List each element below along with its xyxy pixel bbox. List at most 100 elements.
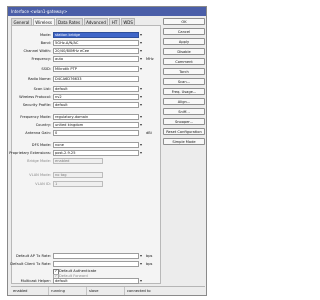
default-client-tx-rate-input[interactable]	[53, 261, 139, 267]
radio-name-input[interactable]: D4CA6D76633	[53, 76, 139, 82]
tab-wireless[interactable]: Wireless	[32, 18, 55, 25]
vlan-id-label: VLAN ID:	[35, 182, 51, 186]
default-client-tx-rate-dropdown-icon[interactable]: ▾	[140, 261, 142, 267]
mode-row: Mode: station bridge ▾	[12, 32, 162, 38]
tab-data-rates[interactable]: Data Rates	[55, 18, 83, 25]
sniff-button[interactable]: Sniff...	[163, 108, 205, 115]
country-dropdown-icon[interactable]: ▾	[140, 122, 142, 128]
ok-button[interactable]: OK	[163, 18, 205, 25]
mode-label: Mode:	[39, 33, 51, 37]
scan-list-label: Scan List:	[33, 87, 51, 91]
security-profile-select[interactable]: default	[53, 102, 139, 108]
proprietary-extensions-row: Proprietary Extensions: post-2.9.25 ▾	[9, 150, 162, 156]
dfs-mode-dropdown-icon[interactable]: ▾	[140, 142, 142, 148]
scan-button[interactable]: Scan...	[163, 78, 205, 85]
channel-width-select[interactable]: 20/40/80MHz eCee	[53, 48, 139, 54]
torch-button[interactable]: Torch	[163, 68, 205, 75]
country-label: Country:	[35, 123, 51, 127]
country-row: Country: united kingdom ▾	[12, 122, 162, 128]
proprietary-extensions-select[interactable]: post-2.9.25	[53, 150, 139, 156]
default-ap-tx-rate-unit: bps	[146, 254, 153, 258]
band-row: Band: 5GHz-A/N/AC ▾	[12, 40, 162, 46]
security-profile-dropdown-icon[interactable]: ▾	[140, 102, 142, 108]
default-ap-tx-rate-label: Default AP Tx Rate:	[16, 254, 51, 258]
wireless-settings-panel: Mode: station bridge ▾ Band: 5GHz-A/N/AC…	[9, 25, 162, 284]
wireless-protocol-label: Wireless Protocol:	[19, 95, 51, 99]
dfs-mode-row: DFS Mode: none ▾	[12, 142, 162, 148]
channel-width-label: Channel Width:	[23, 49, 51, 53]
wireless-protocol-row: Wireless Protocol: nv2 ▾	[12, 94, 162, 100]
freq-usage-button[interactable]: Freq. Usage...	[163, 88, 205, 95]
status-bar: enabled running slave connected to	[11, 286, 205, 295]
ssid-label: SSID:	[41, 67, 51, 71]
scan-list-dropdown-icon[interactable]: ▾	[140, 86, 142, 92]
proprietary-extensions-dropdown-icon[interactable]: ▾	[140, 150, 142, 156]
wireless-protocol-select[interactable]: nv2	[53, 94, 139, 100]
reset-configuration-button[interactable]: Reset Configuration	[163, 128, 205, 135]
wireless-protocol-dropdown-icon[interactable]: ▾	[140, 94, 142, 100]
multicast-helper-select[interactable]: default	[53, 278, 139, 284]
comment-button[interactable]: Comment	[163, 58, 205, 65]
antenna-gain-unit: dBi	[146, 131, 152, 135]
band-select[interactable]: 5GHz-A/N/AC	[53, 40, 139, 46]
multicast-helper-label: Multicast Helper:	[20, 279, 51, 283]
ssid-row: SSID: Mikrotik PTP ▾	[12, 66, 162, 72]
status-enabled: enabled	[11, 287, 49, 295]
frequency-label: Frequency:	[31, 57, 51, 61]
country-select[interactable]: united kingdom	[53, 122, 139, 128]
default-ap-tx-rate-input[interactable]	[53, 253, 139, 259]
bridge-mode-label: Bridge Mode:	[27, 159, 51, 163]
interface-window: Interface <wlan1-gateway> General Wirele…	[7, 6, 207, 296]
tab-advanced[interactable]: Advanced	[83, 18, 109, 25]
band-label: Band:	[40, 41, 51, 45]
vlan-mode-select: no tag	[53, 172, 103, 178]
simple-mode-button[interactable]: Simple Mode	[163, 138, 205, 145]
mode-dropdown-icon[interactable]: ▾	[140, 32, 142, 38]
ssid-input[interactable]: Mikrotik PTP	[53, 66, 139, 72]
frequency-mode-dropdown-icon[interactable]: ▾	[140, 114, 142, 120]
band-dropdown-icon[interactable]: ▾	[140, 40, 142, 46]
dfs-mode-label: DFS Mode:	[31, 143, 51, 147]
radio-name-label: Radio Name:	[27, 77, 51, 81]
action-buttons: OK Cancel Apply Disable Comment Torch Sc…	[163, 18, 206, 148]
frequency-row: Frequency: auto ▾ MHz	[12, 56, 162, 62]
scan-list-row: Scan List: default ▾	[12, 86, 162, 92]
frequency-unit: MHz	[146, 57, 154, 61]
frequency-select[interactable]: auto	[53, 56, 139, 62]
apply-button[interactable]: Apply	[163, 38, 205, 45]
mode-select[interactable]: station bridge	[53, 32, 139, 38]
radio-name-row: Radio Name: D4CA6D76633	[12, 76, 162, 82]
scan-list-select[interactable]: default	[53, 86, 139, 92]
vlan-id-row: VLAN ID: 1	[12, 181, 162, 187]
vlan-mode-label: VLAN Mode:	[29, 173, 51, 177]
default-ap-tx-rate-row: Default AP Tx Rate: ▾ bps	[12, 253, 162, 259]
proprietary-extensions-label: Proprietary Extensions:	[9, 151, 51, 155]
antenna-gain-input[interactable]: 0	[53, 130, 139, 136]
status-connected: connected to	[127, 289, 151, 293]
channel-width-dropdown-icon[interactable]: ▾	[140, 48, 142, 54]
tab-wds[interactable]: WDS	[120, 18, 136, 25]
security-profile-row: Security Profile: default ▾	[12, 102, 162, 108]
security-profile-label: Security Profile:	[22, 103, 51, 107]
frequency-dropdown-icon[interactable]: ▾	[140, 56, 142, 62]
bridge-mode-select: enabled	[53, 158, 103, 164]
frequency-mode-select[interactable]: regulatory-domain	[53, 114, 139, 120]
multicast-helper-dropdown-icon[interactable]: ▾	[140, 278, 142, 284]
tab-bar: General Wireless Data Rates Advanced HT …	[11, 18, 136, 25]
default-client-tx-rate-unit: bps	[146, 262, 153, 266]
snooper-button[interactable]: Snooper...	[163, 118, 205, 125]
frequency-mode-row: Frequency Mode: regulatory-domain ▾	[12, 114, 162, 120]
default-ap-tx-rate-dropdown-icon[interactable]: ▾	[140, 253, 142, 259]
tab-ht[interactable]: HT	[109, 18, 120, 25]
align-button[interactable]: Align...	[163, 98, 205, 105]
default-client-tx-rate-label: Default Client Tx Rate:	[10, 262, 51, 266]
tab-general[interactable]: General	[11, 18, 32, 25]
dfs-mode-select[interactable]: none	[53, 142, 139, 148]
disable-button[interactable]: Disable	[163, 48, 205, 55]
frequency-mode-label: Frequency Mode:	[20, 115, 51, 119]
cancel-button[interactable]: Cancel	[163, 28, 205, 35]
status-slave: slave	[87, 287, 125, 295]
bridge-mode-row: Bridge Mode: enabled	[12, 158, 162, 164]
multicast-helper-row: Multicast Helper: default ▾	[12, 278, 162, 284]
ssid-dropdown-icon[interactable]: ▾	[140, 66, 142, 72]
